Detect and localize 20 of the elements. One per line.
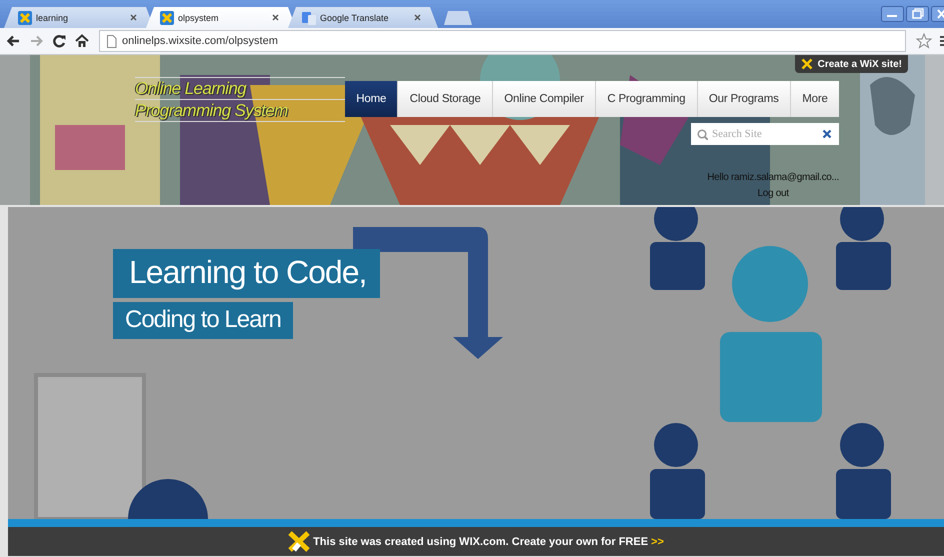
- tab-label: learning: [36, 12, 70, 22]
- nav-item[interactable]: Home: [345, 81, 398, 117]
- nav-item[interactable]: C Programming: [596, 81, 698, 117]
- logout-link[interactable]: Log out: [757, 186, 789, 202]
- greeting-text: Hello ramiz.salama@gmail.co...: [707, 171, 839, 185]
- create-site-button[interactable]: Create a WiX site!: [794, 55, 908, 73]
- address-bar[interactable]: onlinelps.wixsite.com/olpsystem: [99, 30, 906, 52]
- nav-item[interactable]: Our Programs: [698, 81, 791, 117]
- hero-headline: Learning to Code,: [113, 249, 380, 298]
- nav-item[interactable]: Online Compiler: [493, 81, 596, 117]
- nav-item[interactable]: Cloud Storage: [398, 81, 493, 117]
- tab-label: olpsystem: [178, 12, 220, 22]
- hero-headline: Coding to Learn: [113, 302, 293, 339]
- nav-item[interactable]: More: [790, 81, 839, 117]
- search-field[interactable]: Search Site: [712, 123, 818, 145]
- footer-link[interactable]: >>: [651, 536, 664, 548]
- tab-label: Google Translate: [320, 12, 390, 22]
- footer-text: This site was created using WIX.com. Create your own for FREE: [313, 536, 648, 548]
- browser-tab[interactable]: Google Translate: [288, 7, 438, 28]
- url-text: onlinelps.wixsite.com/olpsystem: [122, 35, 278, 47]
